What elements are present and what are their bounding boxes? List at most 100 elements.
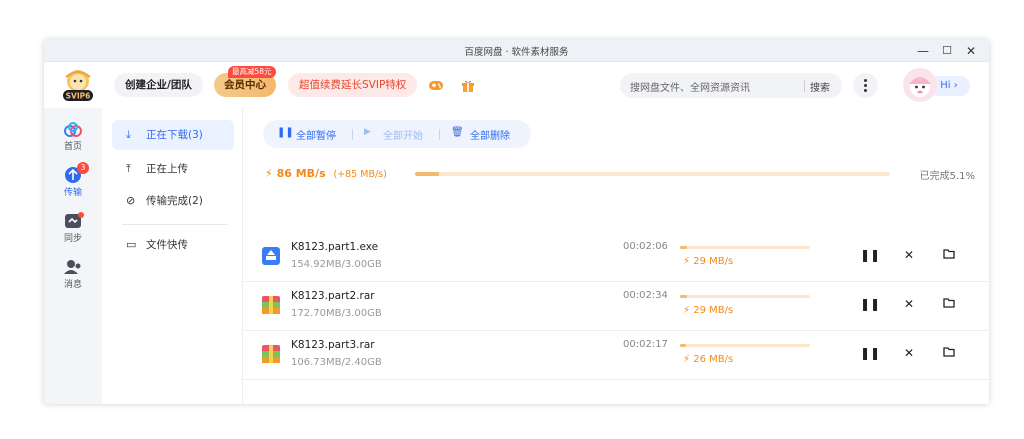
rail-label: 同步 (44, 231, 102, 244)
rar-file-icon (262, 295, 280, 315)
rail-label: 消息 (44, 277, 102, 290)
maximize-button[interactable]: ☐ (938, 42, 956, 60)
more-menu-button[interactable] (853, 73, 878, 98)
total-speed-extra: (+85 MB/s) (333, 169, 386, 180)
subnav-quick-transfer[interactable]: ▭文件快传 (112, 230, 234, 260)
trash-icon: 🗑 (451, 127, 464, 138)
file-speed: ⚡ 29 MB/s (683, 256, 733, 267)
svip-renew-button[interactable]: 超值续费延长SVIP特权 (288, 73, 417, 97)
gift-icon[interactable] (460, 77, 476, 93)
rail-item-message[interactable]: 消息 (44, 258, 102, 298)
file-speed-value: 29 MB/s (693, 256, 733, 267)
play-icon: ▶ (364, 127, 371, 137)
download-row[interactable]: K8123.part1.exe 154.92MB/3.00GB 00:02:06… (243, 233, 989, 282)
download-list-panel: ❚❚ 全部暂停 ▶ 全部开始 🗑 全部删除 ⚡ 86 MB/s (+85 MB/… (243, 108, 989, 404)
subnav-completed[interactable]: ⊘传输完成(2) (112, 186, 234, 216)
transfer-subnav: ⤓正在下载(3) ⤒正在上传 ⊘传输完成(2) ▭文件快传 (102, 108, 243, 404)
bolt-icon: ⚡ (683, 354, 690, 365)
file-size: 106.73MB/2.40GB (291, 357, 382, 368)
pause-all-button[interactable]: 全部暂停 (296, 127, 336, 142)
folder-icon (943, 346, 955, 357)
discount-badge: 最高减58元 (228, 66, 276, 78)
open-folder-button[interactable] (941, 247, 957, 263)
file-progress-bar (680, 246, 810, 249)
rail-item-sync[interactable]: 同步 (44, 212, 102, 252)
rail-label: 首页 (44, 139, 102, 152)
file-speed-value: 29 MB/s (693, 305, 733, 316)
minimize-button[interactable]: — (914, 42, 932, 60)
bolt-icon: ⚡ (265, 167, 273, 180)
cancel-button[interactable]: ✕ (901, 345, 917, 361)
subnav-uploading[interactable]: ⤒正在上传 (112, 154, 234, 184)
folder-icon (943, 297, 955, 308)
download-icon: ⤓ (126, 120, 146, 150)
open-folder-button[interactable] (941, 345, 957, 361)
gamepad-icon[interactable] (428, 77, 444, 93)
user-avatar[interactable] (902, 67, 938, 103)
pause-button[interactable]: ❚❚ (860, 247, 876, 263)
subnav-label: 文件快传 (146, 239, 188, 251)
file-name: K8123.part3.rar (291, 339, 375, 351)
exe-file-icon (262, 246, 280, 266)
subnav-label: 正在上传 (146, 163, 188, 175)
message-icon (63, 258, 83, 276)
file-progress-fill (680, 295, 687, 298)
bolt-icon: ⚡ (683, 305, 690, 316)
file-progress-fill (680, 246, 687, 249)
pause-icon: ❚❚ (277, 127, 294, 138)
subnav-label: 传输完成(2) (146, 195, 203, 207)
file-size: 172.70MB/3.00GB (291, 308, 382, 319)
window-title: 百度网盘 · 软件素材服务 (44, 44, 989, 58)
download-row[interactable]: K8123.part3.rar 106.73MB/2.40GB 00:02:17… (243, 331, 989, 380)
total-progress-bar (415, 172, 890, 176)
file-name: K8123.part1.exe (291, 241, 378, 253)
subnav-downloading[interactable]: ⤓正在下载(3) (112, 120, 234, 150)
delete-all-button[interactable]: 全部删除 (470, 127, 510, 142)
svip-level-label: SVIP6 (66, 92, 91, 101)
total-speed-value: 86 MB/s (277, 167, 326, 180)
rail-label: 传输 (44, 185, 102, 198)
download-row[interactable]: K8123.part2.rar 172.70MB/3.00GB 00:02:34… (243, 282, 989, 331)
pause-button[interactable]: ❚❚ (860, 296, 876, 312)
completed-percent: 已完成5.1% (920, 167, 975, 182)
check-circle-icon: ⊘ (126, 186, 146, 216)
rail-item-transfer[interactable]: 3 传输 (44, 166, 102, 206)
svip-avatar-icon[interactable]: SVIP6 (60, 68, 96, 102)
remaining-time: 00:02:34 (623, 290, 668, 301)
cancel-button[interactable]: ✕ (901, 247, 917, 263)
header: SVIP6 创建企业/团队 会员中心 最高减58元 超值续费延长SVIP特权 搜… (44, 62, 989, 108)
file-speed: ⚡ 29 MB/s (683, 305, 733, 316)
sync-dot (78, 212, 84, 218)
close-button[interactable]: ✕ (962, 42, 980, 60)
file-speed-value: 26 MB/s (693, 354, 733, 365)
folder-icon (943, 248, 955, 259)
start-all-button[interactable]: 全部开始 (383, 127, 423, 142)
upload-icon: ⤒ (126, 154, 146, 184)
file-speed: ⚡ 26 MB/s (683, 354, 733, 365)
total-speed-row: ⚡ 86 MB/s (+85 MB/s) 已完成5.1% (265, 164, 975, 184)
app-window: 百度网盘 · 软件素材服务 — ☐ ✕ SVIP6 创建企业/团队 会员中心 最… (44, 40, 989, 404)
search-box[interactable]: 搜网盘文件、全网资源资讯 搜索 (620, 73, 842, 98)
search-divider (804, 80, 805, 92)
search-input[interactable]: 搜网盘文件、全网资源资讯 (630, 79, 750, 94)
total-progress-fill (415, 172, 439, 176)
cloud-icon (63, 122, 83, 138)
rail-item-home[interactable]: 首页 (44, 122, 102, 162)
create-org-button[interactable]: 创建企业/团队 (114, 73, 203, 97)
search-button[interactable]: 搜索 (810, 79, 830, 94)
subnav-divider (122, 224, 227, 225)
total-speed: ⚡ 86 MB/s (+85 MB/s) (265, 167, 387, 180)
open-folder-button[interactable] (941, 296, 957, 312)
subnav-label: 正在下载(3) (146, 129, 203, 141)
file-progress-bar (680, 344, 810, 347)
transfer-count-badge: 3 (77, 162, 89, 174)
cancel-button[interactable]: ✕ (901, 296, 917, 312)
file-size: 154.92MB/3.00GB (291, 259, 382, 270)
remaining-time: 00:02:06 (623, 241, 668, 252)
left-rail: 首页 3 传输 同步 消息 (44, 108, 102, 404)
remaining-time: 00:02:17 (623, 339, 668, 350)
pause-button[interactable]: ❚❚ (860, 345, 876, 361)
bolt-icon: ⚡ (683, 256, 690, 267)
action-divider (439, 129, 440, 140)
file-progress-bar (680, 295, 810, 298)
